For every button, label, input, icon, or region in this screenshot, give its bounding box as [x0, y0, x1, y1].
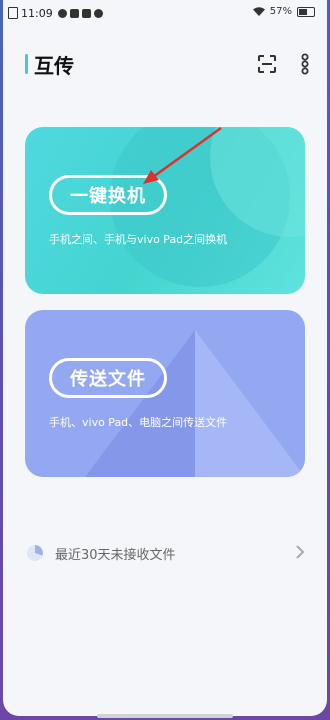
phone-clone-card[interactable]: 一键换机 手机之间、手机与vivo Pad之间换机 [25, 127, 305, 294]
annotation-arrow [143, 127, 222, 184]
pie-clock-icon [27, 545, 43, 561]
file-transfer-card[interactable]: 传送文件 手机、vivo Pad、电脑之间传送文件 [25, 310, 305, 477]
notification-message-icon [81, 8, 91, 18]
app-header: 互传 [25, 50, 309, 78]
chevron-right-icon [296, 545, 305, 559]
app-screen: 11:09 57% 互传 一键换机 手机之间、手机与vivo Pad之间换机 传… [3, 0, 327, 716]
scan-icon[interactable] [257, 54, 277, 74]
wifi-icon [252, 7, 265, 16]
notification-app-icon [69, 8, 79, 18]
more-vertical-icon[interactable] [301, 53, 309, 75]
file-transfer-button[interactable]: 传送文件 [49, 358, 167, 398]
page-title: 互传 [34, 53, 74, 78]
battery-percent: 57% [269, 6, 292, 17]
status-bar: 11:09 57% [3, 0, 327, 26]
home-indicator[interactable] [97, 714, 233, 718]
title-accent-bar [25, 54, 28, 74]
notification-doc-icon [8, 7, 18, 19]
status-time: 11:09 [21, 6, 53, 20]
recent-files-row[interactable]: 最近30天未接收文件 [25, 539, 305, 567]
battery-icon [297, 6, 315, 17]
recent-files-label: 最近30天未接收文件 [55, 547, 176, 563]
notification-app-icon [93, 8, 103, 18]
notification-app-icon [57, 8, 67, 18]
file-transfer-subtitle: 手机、vivo Pad、电脑之间传送文件 [49, 416, 228, 429]
